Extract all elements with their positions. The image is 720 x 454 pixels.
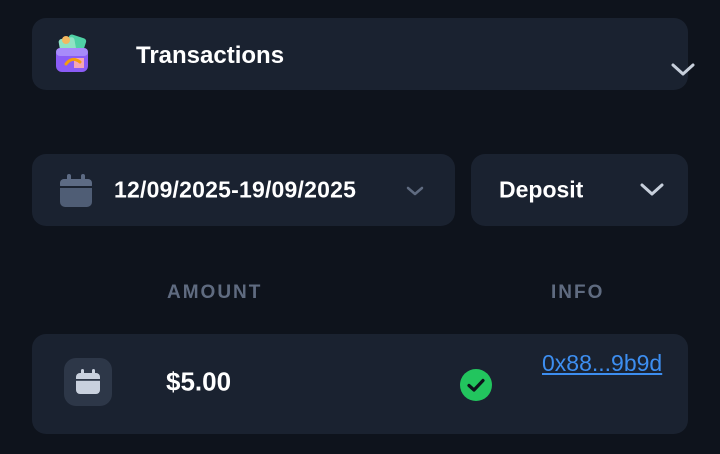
table-row: $5.00 0x88...9b9d: [32, 334, 688, 434]
transaction-amount: $5.00: [166, 366, 232, 397]
section-title: Transactions: [136, 42, 285, 69]
date-range-filter[interactable]: 12/09/2025-19/09/2025: [32, 154, 455, 226]
transaction-type-value: Deposit: [499, 176, 584, 203]
chevron-down-icon[interactable]: [639, 182, 665, 203]
transaction-type-select[interactable]: Deposit: [471, 154, 688, 226]
transactions-section-header[interactable]: Transactions: [32, 18, 695, 90]
calendar-icon: [58, 173, 94, 214]
column-header-amount: AMOUNT: [167, 282, 263, 303]
check-circle-icon: [459, 368, 493, 407]
column-header-info: INFO: [551, 282, 605, 303]
date-range-value: 12/09/2025-19/09/2025: [114, 176, 357, 203]
wallet-icon: [52, 32, 96, 76]
calendar-icon: [76, 369, 100, 394]
chevron-down-icon[interactable]: [405, 184, 425, 202]
transaction-type-icon-box: [64, 358, 112, 406]
transaction-hash-link[interactable]: 0x88...9b9d: [542, 344, 672, 382]
chevron-down-icon[interactable]: [670, 62, 696, 83]
